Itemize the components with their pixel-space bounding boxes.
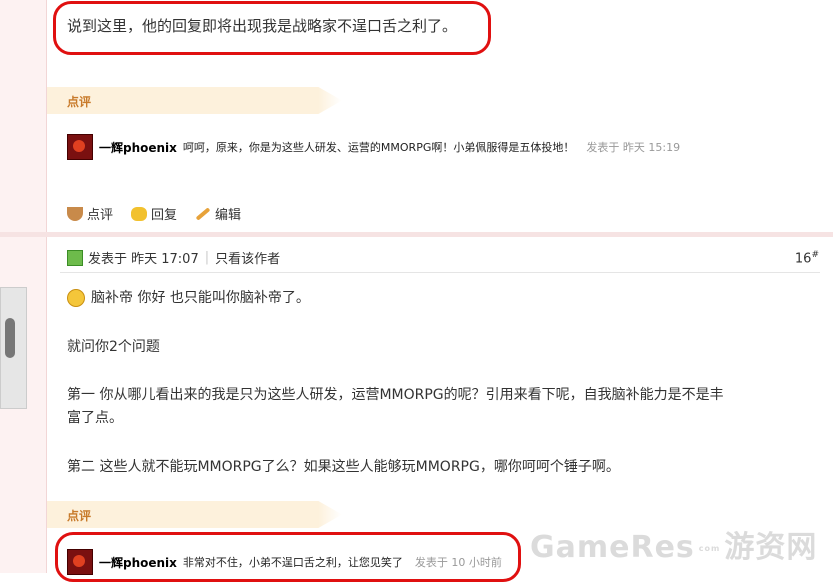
highlight-circle — [53, 1, 491, 55]
post-line-1: 脑补帝 你好 也只能叫你脑补帝了。 — [91, 290, 310, 306]
highlight-circle — [55, 532, 521, 582]
comment-text: 呵呵，原来，你是为这些人研发、运营的MMORPG啊！小弟佩服得是五体投地！ — [182, 141, 575, 154]
edit-button[interactable]: 编辑 — [195, 204, 241, 223]
pencil-icon — [195, 206, 211, 221]
edit-button-label: 编辑 — [215, 208, 242, 223]
post-actions: 点评 回复 编辑 — [67, 204, 241, 223]
dianping-label: 点评 — [67, 95, 92, 109]
post-text-line: 脑补帝 你好 也只能叫你脑补帝了。 — [67, 287, 310, 307]
post-separator — [0, 232, 833, 237]
dianping-button-label: 点评 — [87, 208, 114, 223]
post-meta: 发表于 昨天 17:07 | 只看该作者 — [67, 248, 280, 267]
floor-number[interactable]: 16# — [795, 250, 819, 266]
dianping-header: 点评 — [47, 501, 342, 528]
comment-time: 发表于 昨天 15:19 — [586, 141, 681, 154]
meta-divider: | — [204, 250, 210, 265]
post-time: 发表于 昨天 17:07 — [88, 252, 199, 267]
online-status-icon — [67, 249, 83, 266]
watermark-cn: 游资网 — [724, 530, 818, 565]
post-line-3b: 富了点。 — [67, 410, 123, 426]
dianping-header: 点评 — [47, 87, 342, 114]
comment-username[interactable]: 一辉phoenix — [99, 139, 177, 156]
reply-button-label: 回复 — [151, 208, 178, 223]
gutter-divider — [46, 0, 47, 573]
cup-icon — [67, 206, 83, 221]
post-line-3a: 第一 你从哪儿看出来的我是只为这些人研发，运营MMORPG的呢？引用来看下呢，自… — [67, 387, 724, 403]
avatar[interactable] — [67, 134, 93, 160]
post-line-4: 第二 这些人就不能玩MMORPG了么？如果这些人能够玩MMORPG，哪你呵呵个锤… — [67, 459, 620, 475]
watermark: GameRes com 游资网 — [530, 522, 817, 566]
speech-bubble-icon — [131, 206, 148, 221]
watermark-small: com — [698, 544, 721, 553]
reply-button[interactable]: 回复 — [131, 204, 177, 223]
dianping-comment: 一辉phoenix 呵呵，原来，你是为这些人研发、运营的MMORPG啊！小弟佩服… — [67, 134, 680, 160]
dianping-label: 点评 — [67, 509, 92, 523]
floor-value: 16 — [794, 251, 812, 267]
divider — [60, 272, 820, 273]
watermark-brand: GameRes — [530, 530, 695, 565]
post-line-2: 就问你2个问题 — [67, 339, 160, 355]
author-avatar[interactable] — [0, 287, 27, 409]
dianping-button[interactable]: 点评 — [67, 204, 113, 223]
floor-mark: # — [811, 250, 819, 260]
only-author-link[interactable]: 只看该作者 — [215, 248, 280, 267]
smiley-icon — [67, 289, 85, 307]
